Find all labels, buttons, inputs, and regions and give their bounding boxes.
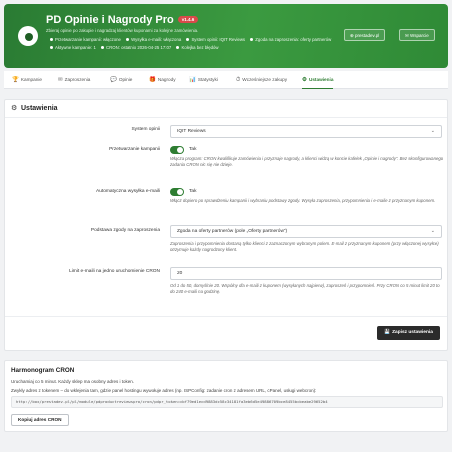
consent-basis-value: Zgoda na oferty partnerów (pole „Oferty … bbox=[177, 229, 288, 234]
auto-email-state: Tak bbox=[189, 189, 197, 194]
external-link-icon: ⊕ bbox=[350, 33, 354, 38]
copy-cron-url-button[interactable]: Kopiuj adres CRON bbox=[11, 414, 69, 426]
auto-email-help: Włącz dopiero po sprawdzeniu kampanii i … bbox=[170, 198, 436, 203]
title-text: PD Opinie i Nagrody Pro bbox=[46, 14, 174, 26]
trophy-icon: 🏆 bbox=[12, 77, 19, 83]
tab-label: Opinie bbox=[118, 77, 133, 82]
save-settings-button[interactable]: 💾 Zapisz ustawienia bbox=[377, 326, 440, 340]
tab-label: Wcześniejsze zakupy bbox=[242, 77, 288, 82]
chevron-down-icon: ⌄ bbox=[430, 128, 435, 134]
status-item: CRON: ostatnio 2026-04-25 17:07 bbox=[106, 45, 172, 50]
tab-previous-purchases[interactable]: ⏱ Wcześniejsze zakupy bbox=[236, 71, 287, 89]
tab-rewards[interactable]: 🎁 Nagrody bbox=[149, 71, 176, 89]
tab-label: Zaproszenia bbox=[64, 77, 91, 82]
status-item: Kolejka bez błędów bbox=[181, 45, 219, 50]
bullet-icon bbox=[126, 37, 130, 41]
review-system-select[interactable]: IQIT Reviews ⌄ bbox=[170, 125, 442, 138]
cron-instructions: Zwykły adres z tokenem – do wklejenia ta… bbox=[11, 388, 317, 393]
save-icon: 💾 bbox=[384, 330, 391, 335]
email-limit-value: 20 bbox=[177, 271, 183, 276]
chevron-down-icon: ⌄ bbox=[430, 228, 435, 234]
email-limit-help: Od 1 do 50, domyślnie 20. Wspólny dla e-… bbox=[170, 283, 440, 294]
tab-reviews[interactable]: 💬 Opinie bbox=[110, 71, 132, 89]
consent-basis-label: Podstawa zgody na zaproszenia bbox=[90, 228, 160, 233]
bullet-icon bbox=[101, 45, 105, 49]
version-badge: v1.4.6 bbox=[177, 16, 199, 23]
status-line-1: Przetwarzanie kampanii: włączone Wysyłka… bbox=[46, 37, 331, 42]
tab-invitations[interactable]: ✉ Zaproszenia bbox=[58, 71, 90, 89]
email-limit-label: Limit e-maili na jedno uruchomienie CRON bbox=[69, 269, 160, 274]
status-item: Aktywne kampanie: 1 bbox=[55, 45, 96, 50]
divider bbox=[5, 316, 447, 317]
bullet-icon bbox=[186, 37, 190, 41]
tab-label: Statystyki bbox=[197, 77, 218, 82]
comments-icon: 💬 bbox=[110, 77, 117, 83]
tab-label: Ustawienia bbox=[308, 77, 334, 82]
auto-email-toggle[interactable] bbox=[170, 188, 184, 196]
bullet-icon bbox=[250, 37, 254, 41]
envelope-icon: ✉ bbox=[405, 33, 409, 38]
status-item: System opinii: IQIT Reviews bbox=[191, 37, 246, 42]
module-header: PD Opinie i Nagrody Pro v1.4.6 Zbieraj op… bbox=[4, 4, 448, 68]
settings-title: Ustawienia bbox=[21, 105, 58, 112]
bullet-icon bbox=[50, 45, 53, 49]
chart-icon: 📊 bbox=[189, 77, 196, 83]
status-item: Wysyłka e-maili: włączona bbox=[131, 37, 182, 42]
auto-email-label: Automatyczna wysyłka e-maili bbox=[96, 189, 160, 194]
status-item: Przetwarzanie kampanii: włączone bbox=[55, 37, 121, 42]
module-logo-icon bbox=[18, 26, 38, 46]
campaign-processing-help: Włącza program: CRON kwalifikuje zamówie… bbox=[170, 156, 444, 167]
shop-link-label: prestadev.pl bbox=[355, 33, 380, 38]
review-system-value: IQIT Reviews bbox=[177, 129, 206, 134]
tab-label: Kampanie bbox=[20, 77, 42, 82]
gears-icon: ⚙ bbox=[302, 77, 307, 83]
module-tabs: 🏆 Kampanie ✉ Zaproszenia 💬 Opinie 🎁 Nagrody … bbox=[4, 71, 448, 89]
shop-link-button[interactable]: ⊕ prestadev.pl bbox=[344, 29, 386, 41]
support-label: Wsparcie bbox=[410, 33, 429, 38]
status-line-2: Aktywne kampanie: 1 CRON: ostatnio 2026-… bbox=[46, 45, 219, 50]
consent-basis-help: Zaproszenia i przypomnienia dostaną tylk… bbox=[170, 241, 439, 252]
status-item: Zgoda na zaproszenia: oferty partnerów bbox=[255, 37, 332, 42]
module-title: PD Opinie i Nagrody Pro v1.4.6 bbox=[46, 14, 199, 26]
envelope-icon: ✉ bbox=[58, 77, 63, 83]
gears-icon: ⚙ bbox=[11, 105, 18, 112]
campaign-processing-state: Tak bbox=[189, 147, 197, 152]
settings-panel-header: ⚙ Ustawienia bbox=[5, 100, 447, 118]
campaign-processing-label: Przetwarzanie kampanii bbox=[109, 147, 160, 152]
module-description: Zbieraj opinie po zakupie i nagradzaj kl… bbox=[46, 28, 199, 33]
bullet-icon bbox=[176, 45, 180, 49]
tab-label: Nagrody bbox=[157, 77, 176, 82]
cron-title: Harmonogram CRON bbox=[11, 367, 75, 374]
cron-url-field[interactable]: http://box/prestadev.pl/pl/module/pdprod… bbox=[11, 396, 443, 408]
tab-campaigns[interactable]: 🏆 Kampanie bbox=[12, 71, 42, 89]
consent-basis-select[interactable]: Zgoda na oferty partnerów (pole „Oferty … bbox=[170, 225, 442, 238]
settings-panel: ⚙ Ustawienia System opinii IQIT Reviews … bbox=[4, 99, 448, 351]
tab-statistics[interactable]: 📊 Statystyki bbox=[189, 71, 218, 89]
save-label: Zapisz ustawienia bbox=[392, 330, 433, 335]
bullet-icon bbox=[50, 37, 53, 41]
campaign-processing-toggle[interactable] bbox=[170, 146, 184, 154]
email-limit-input[interactable]: 20 bbox=[170, 267, 442, 280]
gift-icon: 🎁 bbox=[149, 77, 156, 83]
clock-icon: ⏱ bbox=[236, 77, 241, 83]
cron-info-line: Uruchamiaj co 5 minut. Każdy sklep ma os… bbox=[11, 379, 135, 384]
cron-panel: Harmonogram CRON Uruchamiaj co 5 minut. … bbox=[4, 360, 448, 432]
review-system-label: System opinii bbox=[131, 127, 160, 132]
support-button[interactable]: ✉ Wsparcie bbox=[399, 29, 435, 41]
tab-settings[interactable]: ⚙ Ustawienia bbox=[302, 71, 334, 89]
